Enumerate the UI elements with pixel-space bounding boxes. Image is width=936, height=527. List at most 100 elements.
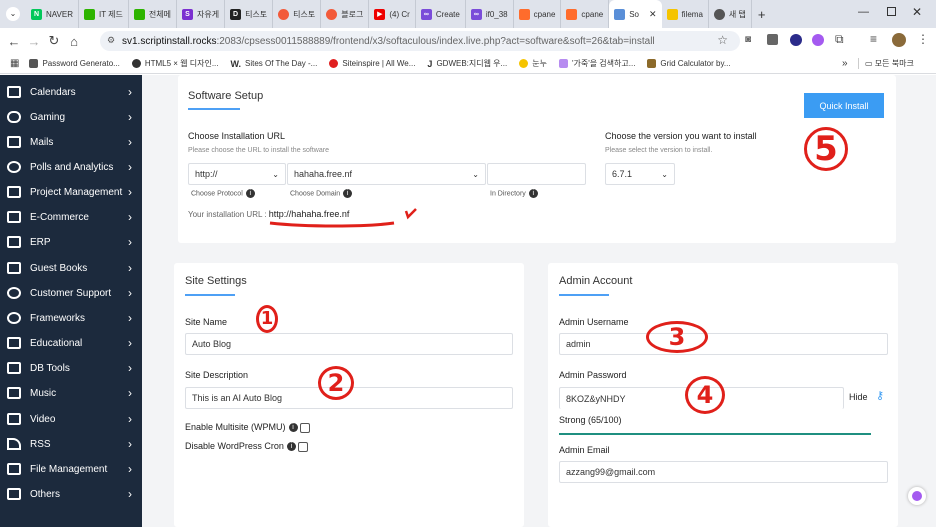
forward-icon[interactable]: → bbox=[24, 34, 44, 49]
bookmark-item[interactable]: Grid Calculator by... bbox=[647, 59, 731, 68]
sidebar-item-polls[interactable]: Polls and Analytics › bbox=[0, 155, 142, 179]
browser-tab[interactable]: cpane bbox=[561, 0, 610, 28]
home-icon[interactable]: ⌂ bbox=[64, 34, 84, 49]
folder-open-icon bbox=[7, 488, 21, 500]
browser-tab[interactable]: D 티스토 bbox=[225, 0, 274, 28]
version-select[interactable]: 6.7.1 ⌄ bbox=[605, 163, 675, 185]
url-input[interactable]: ⚙ sv1.scriptinstall.rocks:2083/cpsess001… bbox=[100, 31, 740, 51]
sidebar-item-customer-support[interactable]: Customer Support › bbox=[0, 281, 142, 305]
browser-tab[interactable]: filema bbox=[662, 0, 709, 28]
browser-tab[interactable]: 전체메 bbox=[129, 0, 177, 28]
browser-tab[interactable]: ∞ if0_38 bbox=[466, 0, 514, 28]
sidebar-item-guest-books[interactable]: Guest Books › bbox=[0, 256, 142, 280]
bookmarks-more-button[interactable]: » bbox=[842, 58, 848, 69]
camera-icon[interactable]: ◙ bbox=[745, 34, 751, 45]
tab-title: filema bbox=[681, 9, 703, 19]
bookmark-label: Sites Of The Day -... bbox=[245, 59, 318, 68]
chevron-right-icon: › bbox=[128, 437, 132, 451]
browser-tab[interactable]: 블로그 bbox=[321, 0, 370, 28]
browser-tab[interactable]: ▶ (4) Cr bbox=[369, 0, 416, 28]
info-icon[interactable]: i bbox=[245, 189, 255, 198]
reading-list-icon[interactable]: ≡ bbox=[870, 32, 877, 46]
bookmark-item[interactable]: Password Generato... bbox=[29, 59, 120, 68]
browser-tab[interactable]: S 자유게 bbox=[177, 0, 226, 28]
reload-icon[interactable]: ↻ bbox=[44, 33, 64, 49]
sidebar-item-frameworks[interactable]: Frameworks › bbox=[0, 306, 142, 330]
infinity-icon: ∞ bbox=[470, 8, 482, 20]
quick-install-button[interactable]: Quick Install bbox=[804, 93, 884, 118]
sidebar-item-db-tools[interactable]: DB Tools › bbox=[0, 356, 142, 380]
site-name-label: Site Name bbox=[185, 317, 228, 327]
info-icon[interactable]: i bbox=[528, 189, 538, 198]
sidebar-item-ecommerce[interactable]: E-Commerce › bbox=[0, 205, 142, 229]
browser-tab[interactable]: 티스토 bbox=[273, 0, 322, 28]
maximize-icon[interactable] bbox=[887, 7, 896, 16]
key-icon[interactable]: ⚷ bbox=[876, 389, 884, 402]
apps-grid-icon[interactable]: ▦ bbox=[10, 58, 19, 69]
browser-tab[interactable]: ∞ Create bbox=[416, 0, 466, 28]
browser-tab[interactable]: 새 탭 bbox=[709, 0, 752, 28]
cron-checkbox[interactable] bbox=[297, 441, 308, 452]
bookmark-item[interactable]: W. Sites Of The Day -... bbox=[231, 59, 318, 69]
all-bookmarks-folder[interactable]: ▭ 모든 북마크 bbox=[858, 58, 914, 69]
browser-tab[interactable]: cpane bbox=[514, 0, 562, 28]
site-name-input[interactable]: Auto Blog bbox=[185, 333, 513, 355]
multisite-checkbox[interactable] bbox=[299, 422, 310, 433]
bookmark-star-icon[interactable]: ☆ bbox=[717, 33, 728, 47]
close-tab-icon[interactable]: ✕ bbox=[649, 9, 657, 20]
bookmark-item[interactable]: HTML5 × 웹 디자인... bbox=[131, 58, 219, 69]
bookmark-item[interactable]: 눈누 bbox=[519, 58, 547, 69]
sidebar-item-music[interactable]: Music › bbox=[0, 381, 142, 405]
sidebar-item-educational[interactable]: Educational › bbox=[0, 331, 142, 355]
filemanager-icon bbox=[666, 8, 678, 20]
sidebar-item-label: E-Commerce bbox=[30, 211, 89, 223]
extension-badge-icon[interactable] bbox=[790, 34, 802, 46]
minimize-icon[interactable]: — bbox=[858, 6, 869, 18]
floating-assistant-button[interactable] bbox=[908, 487, 926, 505]
browser-tab[interactable]: IT 제드 bbox=[79, 0, 129, 28]
admin-username-input[interactable]: admin bbox=[559, 333, 888, 355]
sidebar-item-erp[interactable]: ERP › bbox=[0, 230, 142, 254]
sidebar-item-calendars[interactable]: Calendars › bbox=[0, 80, 142, 104]
browser-tab[interactable]: N NAVER bbox=[26, 0, 79, 28]
password-strength: Strong (65/100) bbox=[559, 415, 622, 425]
info-icon[interactable]: i bbox=[288, 423, 298, 433]
admin-account-title: Admin Account bbox=[559, 275, 633, 287]
sidebar-item-video[interactable]: Video › bbox=[0, 407, 142, 431]
address-bar: ← → ↻ ⌂ ⚙ sv1.scriptinstall.rocks:2083/c… bbox=[0, 28, 936, 54]
info-icon[interactable]: i bbox=[286, 442, 296, 452]
new-tab-button[interactable]: + bbox=[758, 7, 766, 22]
domain-select[interactable]: hahaha.free.nf ⌄ bbox=[287, 163, 486, 185]
translate-icon[interactable] bbox=[767, 34, 778, 45]
bookmark-item[interactable]: J GDWEB:지디웹 우... bbox=[427, 58, 507, 69]
site-description-label: Site Description bbox=[185, 370, 249, 380]
more-menu-icon[interactable]: ⋮ bbox=[917, 32, 929, 46]
tab-search-icon[interactable]: ⌄ bbox=[6, 7, 20, 21]
installation-url-heading: Choose Installation URL bbox=[188, 131, 286, 141]
bookmark-item[interactable]: '가죽'을 검색하고... bbox=[558, 58, 635, 69]
sidebar-item-label: Educational bbox=[30, 337, 83, 349]
sidebar-item-file-management[interactable]: File Management › bbox=[0, 457, 142, 481]
ai-extension-icon[interactable] bbox=[812, 34, 824, 46]
close-window-icon[interactable]: ✕ bbox=[912, 5, 922, 19]
bookmark-icon bbox=[131, 59, 141, 68]
extensions-icon[interactable]: ⧉ bbox=[835, 32, 844, 47]
sidebar-item-others[interactable]: Others › bbox=[0, 482, 142, 506]
admin-username-label: Admin Username bbox=[559, 317, 629, 327]
admin-email-input[interactable]: azzang99@gmail.com bbox=[559, 461, 888, 483]
sidebar-item-gaming[interactable]: Gaming › bbox=[0, 105, 142, 129]
profile-avatar[interactable] bbox=[892, 33, 906, 47]
sidebar-item-project-management[interactable]: Project Management › bbox=[0, 180, 142, 204]
sidebar-item-label: ERP bbox=[30, 236, 51, 248]
hide-password-button[interactable]: Hide bbox=[849, 392, 868, 402]
info-icon[interactable]: i bbox=[343, 189, 353, 198]
back-icon[interactable]: ← bbox=[4, 34, 24, 49]
protocol-select[interactable]: http:// ⌄ bbox=[188, 163, 286, 185]
sidebar-item-mails[interactable]: Mails › bbox=[0, 130, 142, 154]
site-info-icon[interactable]: ⚙ bbox=[107, 35, 115, 46]
browser-tab-active[interactable]: So ✕ bbox=[609, 0, 662, 28]
bookmark-item[interactable]: Siteinspire | All We... bbox=[329, 59, 415, 68]
directory-input[interactable] bbox=[487, 163, 586, 185]
title-underline bbox=[185, 294, 235, 296]
sidebar-item-rss[interactable]: RSS › bbox=[0, 432, 142, 456]
